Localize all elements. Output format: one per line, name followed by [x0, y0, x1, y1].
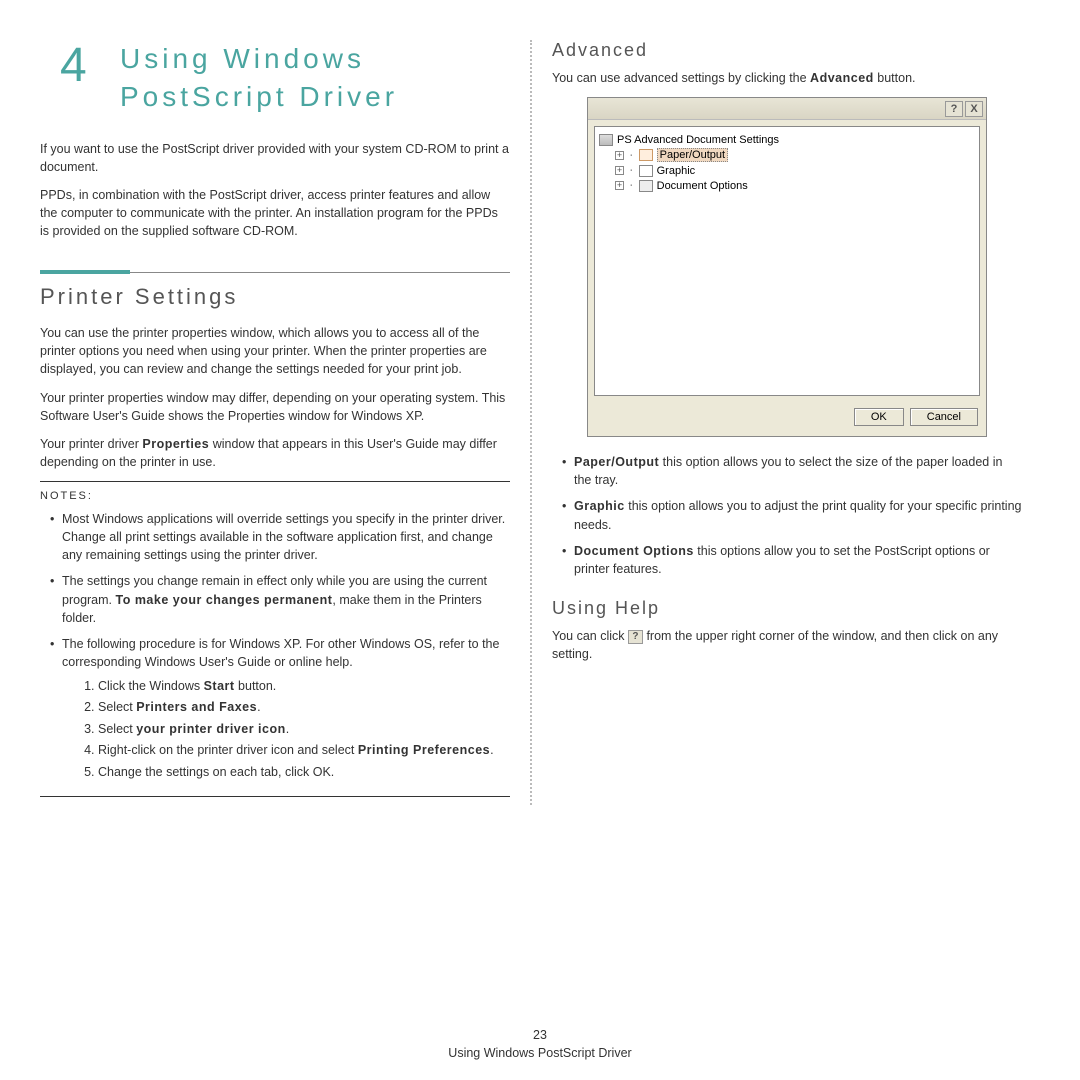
chapter-title: Using Windows PostScript Driver: [120, 40, 510, 116]
step-item: Select Printers and Faxes.: [98, 698, 510, 717]
tree-item-document-options[interactable]: + · Document Options: [599, 178, 975, 193]
list-item: Graphic this option allows you to adjust…: [562, 497, 1022, 533]
subheading-using-help: Using Help: [552, 598, 1022, 619]
subheading-advanced: Advanced: [552, 40, 1022, 61]
tree-label-paper: Paper/Output: [657, 148, 728, 162]
notes-rule-bottom: [40, 796, 510, 797]
advanced-options-list: Paper/Output this option allows you to s…: [552, 453, 1022, 578]
chapter-number: 4: [60, 38, 87, 93]
printer-icon: [599, 134, 613, 146]
notes-rule-top: [40, 481, 510, 482]
dialog-footer: OK Cancel: [588, 402, 986, 436]
intro-p1: If you want to use the PostScript driver…: [40, 140, 510, 176]
note-item: The following procedure is for Windows X…: [50, 635, 510, 782]
step-item: Right-click on the printer driver icon a…: [98, 741, 510, 760]
tree-label-docopt: Document Options: [657, 180, 748, 192]
section-rule: [40, 270, 510, 274]
cancel-button[interactable]: Cancel: [910, 408, 978, 426]
using-help-text: You can click ? from the upper right cor…: [552, 627, 1022, 663]
document-icon: [639, 180, 653, 192]
section-heading-printer-settings: Printer Settings: [40, 284, 510, 310]
list-item: Document Options this options allow you …: [562, 542, 1022, 578]
step-item: Click the Windows Start button.: [98, 677, 510, 696]
intro-p2: PPDs, in combination with the PostScript…: [40, 186, 510, 240]
list-item: Paper/Output this option allows you to s…: [562, 453, 1022, 489]
page-footer: 23 Using Windows PostScript Driver: [0, 1028, 1080, 1060]
dialog-body: PS Advanced Document Settings + · Paper/…: [594, 126, 980, 396]
expand-icon[interactable]: +: [615, 181, 624, 190]
ps-p1: You can use the printer properties windo…: [40, 324, 510, 378]
note-item: The settings you change remain in effect…: [50, 572, 510, 626]
tree-connector: ·: [628, 179, 635, 192]
tree-item-graphic[interactable]: + · Graphic: [599, 163, 975, 178]
graphic-icon: [639, 165, 653, 177]
ps-p3: Your printer driver Properties window th…: [40, 435, 510, 471]
tree-item-paper-output[interactable]: + · Paper/Output: [599, 147, 975, 163]
ps-p2: Your printer properties window may diffe…: [40, 389, 510, 425]
tree-root[interactable]: PS Advanced Document Settings: [599, 133, 975, 147]
tree-connector: ·: [628, 164, 635, 177]
notes-list: Most Windows applications will override …: [40, 510, 510, 782]
help-icon: ?: [628, 630, 643, 644]
expand-icon[interactable]: +: [615, 166, 624, 175]
steps-list: Click the Windows Start button. Select P…: [62, 677, 510, 782]
help-icon[interactable]: ?: [945, 101, 963, 117]
advanced-dialog: ? X PS Advanced Document Settings + · Pa…: [587, 97, 987, 437]
tree-label-graphic: Graphic: [657, 165, 696, 177]
tree-connector: ·: [628, 149, 635, 162]
tree-root-label: PS Advanced Document Settings: [617, 134, 779, 146]
paper-icon: [639, 149, 653, 161]
footer-text: Using Windows PostScript Driver: [0, 1046, 1080, 1060]
step-item: Select your printer driver icon.: [98, 720, 510, 739]
advanced-intro: You can use advanced settings by clickin…: [552, 69, 1022, 87]
close-icon[interactable]: X: [965, 101, 983, 117]
notes-label: NOTES:: [40, 490, 510, 502]
expand-icon[interactable]: +: [615, 151, 624, 160]
ok-button[interactable]: OK: [854, 408, 904, 426]
note-item: Most Windows applications will override …: [50, 510, 510, 564]
dialog-titlebar: ? X: [588, 98, 986, 120]
step-item: Change the settings on each tab, click O…: [98, 763, 510, 782]
page-number: 23: [0, 1028, 1080, 1042]
